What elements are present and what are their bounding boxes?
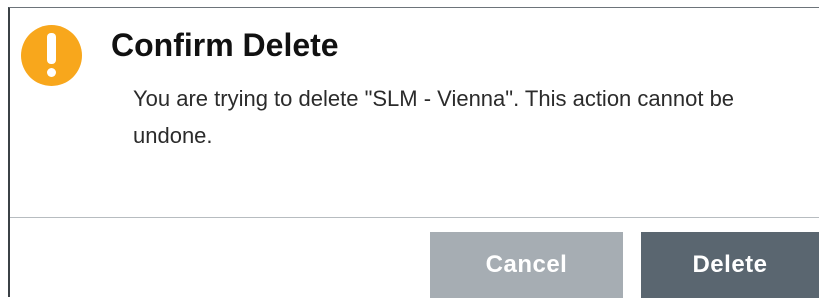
exclamation-dot	[47, 68, 56, 77]
dialog-message: You are trying to delete "SLM - Vienna".…	[133, 86, 735, 148]
exclamation-bar	[47, 33, 56, 64]
footer-divider	[10, 217, 819, 218]
cancel-button[interactable]: Cancel	[430, 232, 623, 298]
confirm-delete-dialog: Confirm Delete You are trying to delete …	[8, 7, 819, 298]
warning-exclamation-icon	[21, 25, 82, 86]
delete-button[interactable]: Delete	[641, 232, 819, 298]
dialog-title: Confirm Delete	[111, 27, 339, 63]
